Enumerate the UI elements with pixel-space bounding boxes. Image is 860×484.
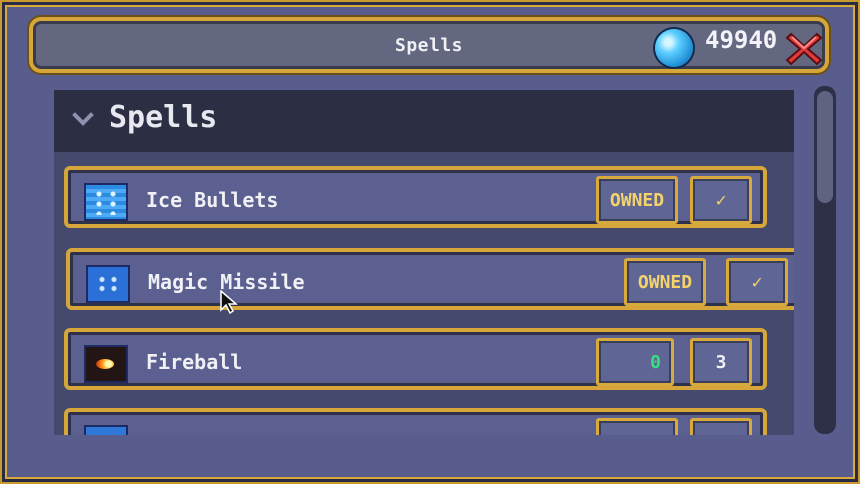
ice-bullets-icon bbox=[84, 183, 128, 221]
slot-button[interactable] bbox=[596, 418, 678, 435]
spell-row[interactable]: Fireball 0 3 bbox=[64, 328, 767, 390]
spells-section-header[interactable]: Spells bbox=[54, 90, 794, 152]
close-icon[interactable] bbox=[783, 28, 825, 70]
owned-button[interactable]: OWNED bbox=[624, 258, 706, 306]
fireball-icon bbox=[84, 345, 128, 383]
equip-check-button[interactable]: ✓ bbox=[726, 258, 788, 306]
slot-button[interactable] bbox=[690, 418, 752, 435]
price-button[interactable]: 0 bbox=[596, 338, 674, 386]
scrollbar[interactable] bbox=[814, 86, 836, 434]
owned-button[interactable]: OWNED bbox=[596, 176, 678, 224]
spell-row[interactable]: Magic Missile OWNED ✓ bbox=[66, 248, 794, 310]
spell-name: Ice Bullets bbox=[146, 188, 279, 212]
count-button[interactable]: 3 bbox=[690, 338, 752, 386]
spell-name: Fireball bbox=[146, 350, 243, 374]
spells-window: Spells 49940 Spells Ice Bullets OWNED ✓ … bbox=[0, 0, 860, 484]
equip-check-button[interactable]: ✓ bbox=[690, 176, 752, 224]
scrollbar-thumb[interactable] bbox=[817, 91, 833, 203]
mouse-cursor-icon bbox=[220, 290, 238, 314]
spell-icon bbox=[84, 425, 128, 435]
spells-panel: Spells Ice Bullets OWNED ✓ Magic Missile… bbox=[54, 90, 794, 435]
chevron-down-icon bbox=[72, 112, 94, 126]
currency-count: 49940 bbox=[705, 26, 778, 54]
spell-row[interactable]: Ice Bullets OWNED ✓ bbox=[64, 166, 767, 228]
spell-row[interactable] bbox=[64, 408, 767, 435]
gem-icon bbox=[655, 29, 693, 67]
magic-missile-icon bbox=[86, 265, 130, 303]
section-title: Spells bbox=[109, 100, 218, 135]
